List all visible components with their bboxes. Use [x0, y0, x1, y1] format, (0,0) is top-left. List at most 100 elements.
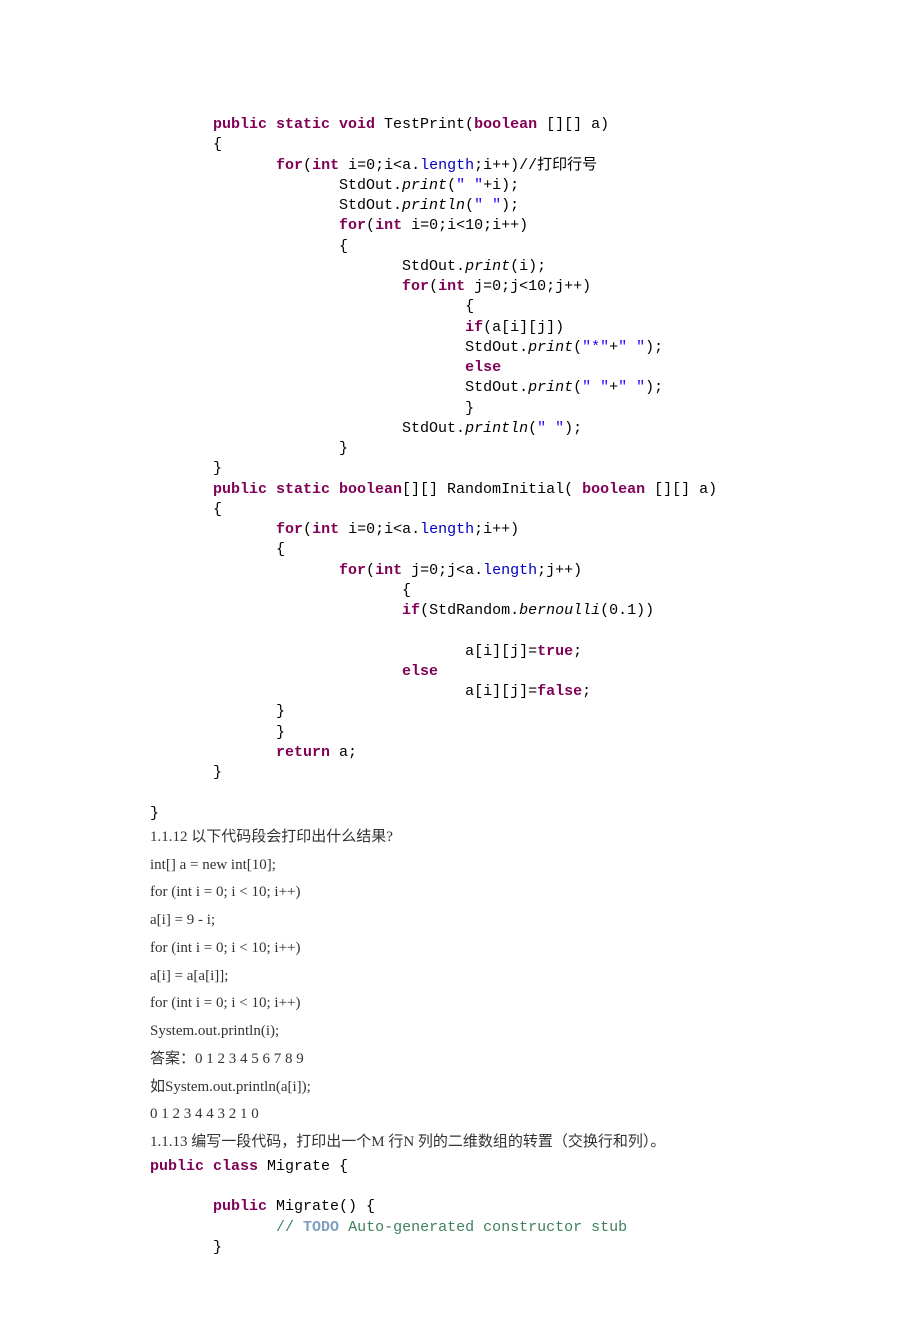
str: "*": [582, 339, 609, 356]
code-line: 如System.out.println(a[i]);: [150, 1079, 311, 1095]
txt: {: [339, 238, 348, 255]
fld: length: [420, 521, 474, 538]
txt: (: [528, 420, 537, 437]
txt: ;i++): [474, 521, 519, 538]
txt: StdOut.: [402, 420, 465, 437]
fld: length: [420, 157, 474, 174]
txt: i=0;i<a.: [339, 157, 420, 174]
kw: for: [402, 278, 429, 295]
code-line: int[] a = new int[10];: [150, 857, 276, 873]
kw: public static boolean: [213, 481, 402, 498]
str: " ": [618, 379, 645, 396]
txt: Migrate {: [258, 1158, 348, 1175]
txt: (: [366, 562, 375, 579]
txt: (: [429, 278, 438, 295]
kw: else: [402, 663, 438, 680]
txt: (: [366, 217, 375, 234]
txt: }: [276, 724, 285, 741]
kw: boolean: [582, 481, 645, 498]
txt: {: [213, 501, 222, 518]
txt: (0.1)): [600, 602, 654, 619]
txt: (: [465, 197, 474, 214]
txt: +: [609, 339, 618, 356]
txt: );: [564, 420, 582, 437]
txt: (: [447, 177, 456, 194]
txt: a[i][j]=: [465, 643, 537, 660]
kw: false: [537, 683, 582, 700]
txt: StdOut.: [339, 177, 402, 194]
txt: (i);: [510, 258, 546, 275]
txt: +i);: [483, 177, 519, 194]
txt: }: [213, 1239, 222, 1256]
txt: i=0;i<a.: [339, 521, 420, 538]
str: " ": [456, 177, 483, 194]
txt: [][] a): [537, 116, 609, 133]
page: public static void TestPrint( boolean [][…: [0, 0, 920, 1318]
kw: for: [276, 521, 303, 538]
str: " ": [537, 420, 564, 437]
cmt: Auto-generated constructor stub: [339, 1219, 627, 1236]
txt: StdOut.: [339, 197, 402, 214]
kw: true: [537, 643, 573, 660]
q-1-1-12: 1.1.12 以下代码段会打印出什么结果?: [150, 829, 393, 845]
mth: print: [402, 177, 447, 194]
txt: }: [276, 703, 285, 720]
answer: 答案：0 1 2 3 4 5 6 7 8 9: [150, 1051, 304, 1067]
kw: for: [339, 562, 366, 579]
answer: 0 1 2 3 4 4 3 2 1 0: [150, 1106, 259, 1122]
code-line: System.out.println(i);: [150, 1023, 279, 1039]
txt: a[i][j]=: [465, 683, 537, 700]
kw: int: [312, 157, 339, 174]
code-block-testprint: public static void TestPrint( boolean [][…: [150, 115, 860, 824]
kw: else: [465, 359, 501, 376]
txt: StdOut.: [465, 339, 528, 356]
txt: a;: [330, 744, 357, 761]
txt: (: [303, 521, 312, 538]
mth: println: [465, 420, 528, 437]
txt: StdOut.: [465, 379, 528, 396]
mth: println: [402, 197, 465, 214]
kw: if: [465, 319, 483, 336]
txt: ;j++): [537, 562, 582, 579]
txt: );: [645, 379, 663, 396]
txt: (: [573, 339, 582, 356]
kw: public: [213, 1198, 267, 1215]
txt: (a[i][j]): [483, 319, 564, 336]
q-1-1-13: 1.1.13 编写一段代码，打印出一个M 行N 列的二维数组的转置（交换行和列）…: [150, 1134, 665, 1150]
code-line: a[i] = 9 - i;: [150, 912, 215, 928]
fld: length: [483, 562, 537, 579]
kw: int: [312, 521, 339, 538]
txt: {: [402, 582, 411, 599]
txt: }: [465, 400, 474, 417]
mth: print: [528, 339, 573, 356]
code-line: a[i] = a[a[i]];: [150, 968, 228, 984]
txt: +: [609, 379, 618, 396]
str: " ": [618, 339, 645, 356]
cmt: //: [276, 1219, 303, 1236]
todo-tag: TODO: [303, 1219, 339, 1236]
txt: TestPrint(: [375, 116, 474, 133]
kw: for: [339, 217, 366, 234]
txt: ;: [582, 683, 591, 700]
code-line: for (int i = 0; i < 10; i++): [150, 940, 301, 956]
txt: }: [213, 764, 222, 781]
txt: [][] a): [645, 481, 717, 498]
txt: }: [339, 440, 348, 457]
txt: {: [213, 136, 222, 153]
kw: public class: [150, 1158, 258, 1175]
txt: (: [573, 379, 582, 396]
str: " ": [474, 197, 501, 214]
txt: ;i++)//打印行号: [474, 157, 597, 174]
kw: public static void: [213, 116, 375, 133]
txt: ;: [573, 643, 582, 660]
txt: );: [645, 339, 663, 356]
mth: bernoulli: [519, 602, 600, 619]
txt: {: [276, 541, 285, 558]
txt: Migrate() {: [267, 1198, 375, 1215]
str: " ": [582, 379, 609, 396]
txt: [][] RandomInitial(: [402, 481, 582, 498]
txt: StdOut.: [402, 258, 465, 275]
txt: {: [465, 298, 474, 315]
kw: for: [276, 157, 303, 174]
code-block-migrate: public class Migrate { public Migrate() …: [150, 1157, 860, 1258]
